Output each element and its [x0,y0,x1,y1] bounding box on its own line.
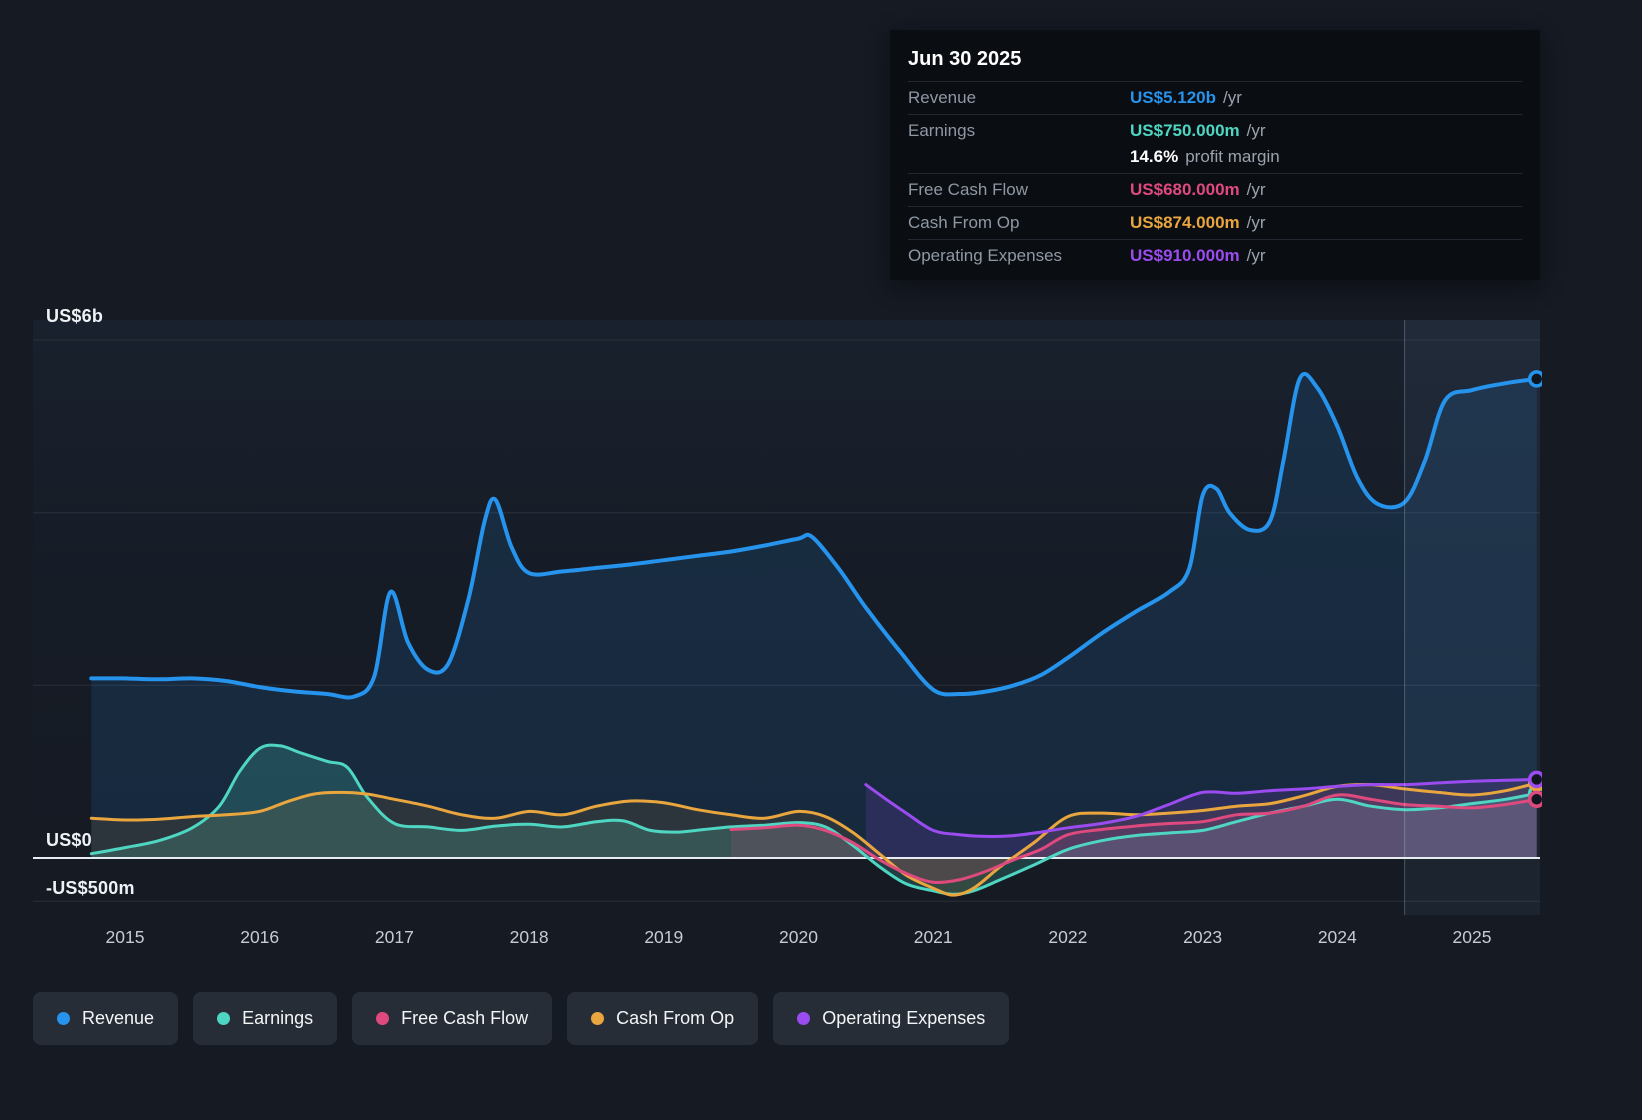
tooltip-row-label: Operating Expenses [908,246,1063,265]
legend-label: Cash From Op [616,1008,735,1028]
tooltip-rows: Revenue US$5.120b/yr Earnings US$750.000m/y… [908,81,1522,272]
x-axis-label-2024: 2024 [1317,927,1357,947]
x-axis-label-2015: 2015 [105,927,145,947]
legend-label: Earnings [242,1008,314,1028]
legend-label: Revenue [82,1008,155,1028]
tooltip-row-value: US$750.000m/yr [1130,121,1266,140]
x-axis-label-2016: 2016 [240,927,280,947]
legend-label: Operating Expenses [822,1008,986,1028]
revenue-end-marker[interactable] [1527,370,1544,388]
tooltip-row-operating-expenses: Operating Expenses US$910.000m/yr [908,239,1522,272]
tooltip-date: Jun 30 2025 [908,48,1022,70]
x-axis-label-2017: 2017 [374,927,414,947]
y-axis-label-zero: US$0 [46,830,92,850]
chart-legend: Revenue Earnings Free Cash Flow Cash From O… [33,992,1010,1045]
x-axis-label-2018: 2018 [509,927,549,947]
legend-item-revenue[interactable]: Revenue [33,992,179,1045]
x-axis-label-2019: 2019 [644,927,684,947]
tooltip-row-value: US$910.000m/yr [1130,246,1266,265]
tooltip-row-revenue: Revenue US$5.120b/yr [908,81,1522,114]
tooltip-row-value: 14.6% profit margin [1130,147,1280,166]
x-axis-label-2020: 2020 [779,927,818,947]
revenue-legend-dot [57,1012,70,1025]
operating-expenses-legend-dot [797,1012,811,1025]
tooltip-row-value: US$680.000m/yr [1130,180,1266,199]
tooltip-row-free-cash-flow: Free Cash Flow US$680.000m/yr [908,173,1522,206]
tooltip-row-earnings: Earnings US$750.000m/yr [908,114,1522,147]
legend-item-cash-from-op[interactable]: Cash From Op [567,992,759,1045]
y-axis-label-bottom: -US$500m [46,878,135,898]
y-axis-label-top: US$6b [46,306,104,326]
operating-expenses-end-marker[interactable] [1527,770,1544,789]
tooltip-row-label: Free Cash Flow [908,180,1028,199]
tooltip-row-label: Earnings [908,121,976,140]
tooltip-row-profit-margin: 14.6% profit margin [908,147,1522,173]
tooltip-row-value: US$874.000m/yr [1130,213,1266,232]
earnings-legend-dot [217,1012,231,1025]
earnings-revenue-history-panel: US$6b US$0 -US$500m 2015 2016 2017 2018 2019… [0,0,1642,1120]
tooltip-row-label: Revenue [908,88,977,107]
x-axis: 2015 2016 2017 2018 2019 2020 2021 2022 2023 2024… [0,927,1642,951]
legend-item-operating-expenses[interactable]: Operating Expenses [773,992,1010,1045]
x-axis-label-2021: 2021 [913,927,953,947]
legend-item-earnings[interactable]: Earnings [193,992,338,1045]
x-axis-label-2023: 2023 [1183,927,1223,947]
legend-item-free-cash-flow[interactable]: Free Cash Flow [352,992,553,1045]
x-axis-label-2025: 2025 [1452,927,1492,947]
tooltip-row-value: US$5.120b/yr [1130,88,1242,107]
free-cash-flow-end-marker[interactable] [1527,790,1544,809]
free-cash-flow-legend-dot [376,1012,390,1025]
tooltip-row-label: Cash From Op [908,213,1020,232]
cash-from-op-legend-dot [591,1012,605,1025]
x-axis-label-2022: 2022 [1048,927,1088,947]
chart-tooltip: Jun 30 2025 Revenue US$5.120b/yr Earnings U… [890,30,1540,280]
tooltip-row-cash-from-op: Cash From Op US$874.000m/yr [908,206,1522,239]
legend-label: Free Cash Flow [401,1008,529,1028]
latest-period-band [1404,320,1540,915]
